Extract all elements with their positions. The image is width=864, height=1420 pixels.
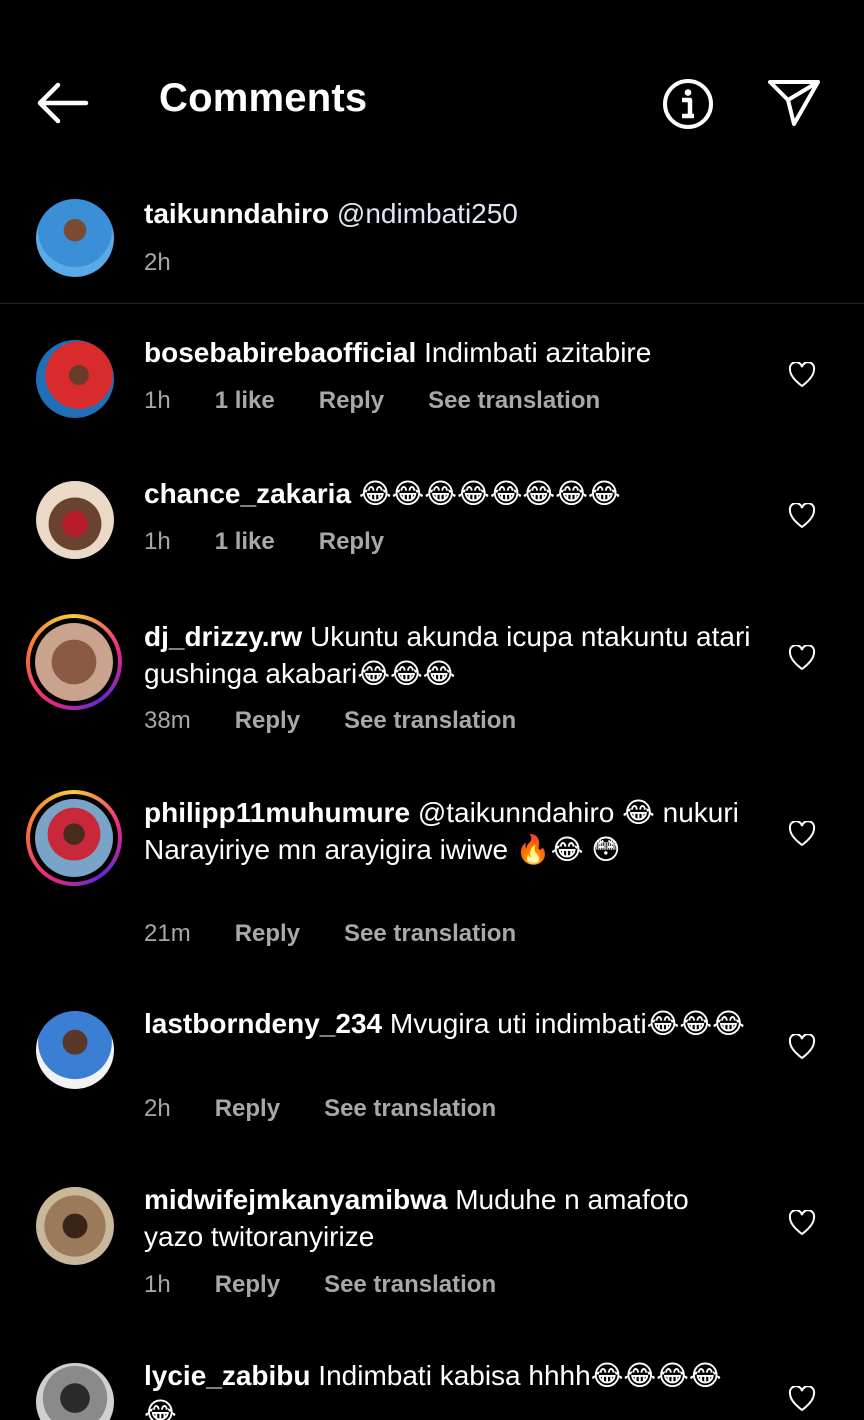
see-translation-button[interactable]: See translation: [344, 707, 516, 735]
comment-body: Mvugira uti indimbati😂😂😂: [389, 1008, 745, 1039]
see-translation-button[interactable]: See translation: [324, 1271, 496, 1299]
comment-time: 2h: [144, 1095, 171, 1122]
caption-username[interactable]: taikunndahiro: [144, 198, 329, 229]
reply-button[interactable]: Reply: [235, 920, 300, 948]
comment-item: chance_zakaria 😂😂😂😂😂😂😂😂 1h 1 like Reply: [0, 471, 864, 601]
heart-icon[interactable]: [788, 821, 816, 847]
comment-meta: 1h Reply See translation: [144, 1271, 540, 1299]
comment-meta: 1h 1 like Reply: [144, 528, 428, 556]
comment-item: bosebabirebaofficial Indimbati azitabire…: [0, 330, 864, 460]
story-ring[interactable]: [26, 614, 122, 710]
avatar: [35, 799, 113, 877]
comment-meta: 38m Reply See translation: [144, 707, 560, 735]
avatar[interactable]: [36, 1363, 114, 1420]
heart-icon[interactable]: [788, 1386, 816, 1412]
comment-meta: 2h Reply See translation: [144, 1095, 540, 1123]
comment-item: dj_drizzy.rw Ukuntu akunda icupa ntakunt…: [0, 612, 864, 762]
comment-body: Indimbati azitabire: [424, 337, 652, 368]
avatar: [35, 623, 113, 701]
comment-text: dj_drizzy.rw Ukuntu akunda icupa ntakunt…: [144, 618, 754, 692]
comment-item: midwifejmkanyamibwa Muduhe n amafoto yaz…: [0, 1177, 864, 1327]
comment-item: lastborndeny_234 Mvugira uti indimbati😂😂…: [0, 1001, 864, 1151]
comment-time: 1h: [144, 528, 171, 555]
like-count[interactable]: 1 like: [215, 387, 275, 415]
info-icon[interactable]: [660, 76, 716, 132]
comment-username[interactable]: lycie_zabibu: [144, 1360, 311, 1391]
reply-button[interactable]: Reply: [235, 707, 300, 735]
comment-username[interactable]: lastborndeny_234: [144, 1008, 382, 1039]
back-arrow-icon[interactable]: [34, 80, 90, 126]
reply-button[interactable]: Reply: [319, 528, 384, 556]
comment-item: lycie_zabibu Indimbati kabisa hhhh😂😂😂😂😂: [0, 1353, 864, 1420]
caption-time: 2h: [144, 249, 171, 276]
comment-text: philipp11muhumure @taikunndahiro 😂 nukur…: [144, 794, 754, 868]
heart-icon[interactable]: [788, 1034, 816, 1060]
heart-icon[interactable]: [788, 1210, 816, 1236]
avatar[interactable]: [36, 481, 114, 559]
reply-button[interactable]: Reply: [215, 1271, 280, 1299]
heart-icon[interactable]: [788, 503, 816, 529]
comment-username[interactable]: philipp11muhumure: [144, 797, 410, 828]
comment-time: 21m: [144, 920, 191, 947]
see-translation-button[interactable]: See translation: [344, 920, 516, 948]
avatar[interactable]: [36, 340, 114, 418]
reply-button[interactable]: Reply: [319, 387, 384, 415]
heart-icon[interactable]: [788, 645, 816, 671]
comment-username[interactable]: bosebabirebaofficial: [144, 337, 416, 368]
story-ring[interactable]: [26, 790, 122, 886]
see-translation-button[interactable]: See translation: [324, 1095, 496, 1123]
like-count[interactable]: 1 like: [215, 528, 275, 556]
comment-username[interactable]: midwifejmkanyamibwa: [144, 1184, 447, 1215]
comment-text: lastborndeny_234 Mvugira uti indimbati😂😂…: [144, 1005, 754, 1042]
send-icon[interactable]: [766, 76, 822, 128]
comment-text: bosebabirebaofficial Indimbati azitabire: [144, 334, 754, 371]
avatar[interactable]: [36, 1187, 114, 1265]
top-bar: Comments: [0, 0, 864, 200]
comment-username[interactable]: dj_drizzy.rw: [144, 621, 302, 652]
comment-text: midwifejmkanyamibwa Muduhe n amafoto yaz…: [144, 1181, 754, 1255]
comment-body: 😂😂😂😂😂😂😂😂: [358, 478, 621, 509]
post-caption: taikunndahiro @ndimbati250 2h: [0, 185, 864, 304]
caption-meta: 2h: [144, 249, 215, 277]
avatar[interactable]: [36, 1011, 114, 1089]
heart-icon[interactable]: [788, 362, 816, 388]
comment-username[interactable]: chance_zakaria: [144, 478, 351, 509]
comment-meta: 1h 1 like Reply See translation: [144, 387, 644, 415]
comment-time: 38m: [144, 707, 191, 734]
see-translation-button[interactable]: See translation: [428, 387, 600, 415]
reply-button[interactable]: Reply: [215, 1095, 280, 1123]
caption-text: taikunndahiro @ndimbati250: [144, 195, 754, 232]
avatar[interactable]: [36, 199, 114, 277]
comment-meta: 21m Reply See translation: [144, 920, 560, 948]
comment-time: 1h: [144, 1271, 171, 1298]
comment-item: philipp11muhumure @taikunndahiro 😂 nukur…: [0, 788, 864, 973]
comment-text: chance_zakaria 😂😂😂😂😂😂😂😂: [144, 475, 754, 512]
comment-text: lycie_zabibu Indimbati kabisa hhhh😂😂😂😂😂: [144, 1357, 754, 1420]
comment-time: 1h: [144, 387, 171, 414]
caption-mention[interactable]: @ndimbati250: [337, 198, 518, 229]
page-title: Comments: [159, 76, 368, 120]
